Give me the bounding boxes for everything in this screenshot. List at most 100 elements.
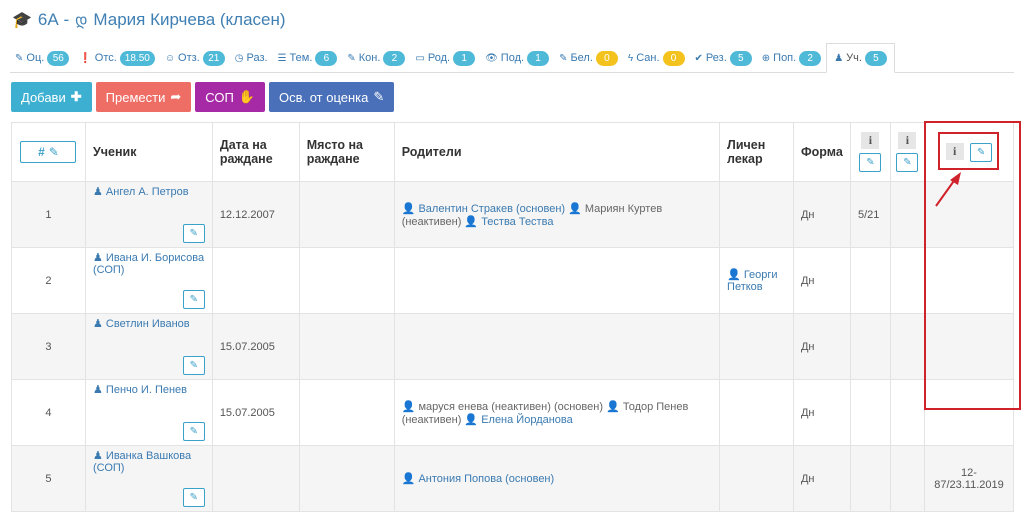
class-teacher: Мария Кирчева (класен) <box>93 10 286 29</box>
doctor-cell[interactable] <box>719 181 794 248</box>
extra-column-1 <box>849 445 891 512</box>
tab-count-badge: 1 <box>527 50 550 66</box>
student-link[interactable]: ♟ Светлин Иванов <box>93 318 190 330</box>
student-link[interactable]: ♟ Пенчо И. Пенев <box>93 384 187 396</box>
extra-column-2 <box>889 313 925 380</box>
student-icon: ♟ <box>92 384 103 396</box>
sop-button[interactable]: СОП ✋ <box>195 82 265 112</box>
parent-entry[interactable]: 👤 Антония Попова (основен) <box>402 473 554 485</box>
move-button[interactable]: Премести ➦ <box>95 82 192 112</box>
row-number: 3 <box>11 313 86 380</box>
tab-3[interactable]: ◷ Раз. <box>230 44 273 72</box>
info-icon[interactable]: i <box>898 132 917 149</box>
exempt-from-grade-button[interactable]: Осв. от оценка ✎ <box>268 82 395 112</box>
parent-entry[interactable]: 👤 Валентин Стракев (основен) <box>402 203 565 215</box>
extra-column-2 <box>889 379 925 446</box>
birth-date: 12.12.2007 <box>211 181 300 248</box>
tab-label: Отс. <box>94 52 117 64</box>
table-row: 1 ♟ Ангел А. Петров ✎ 12.12.2007 👤 Валентин … <box>11 181 1015 248</box>
extra-column-3 <box>923 247 1015 314</box>
parent-entry[interactable]: 👤 Елена Йорданова <box>464 414 572 426</box>
tab-label: Род. <box>427 52 451 64</box>
tab-label: Бел. <box>570 52 593 64</box>
tab-6[interactable]: ▭ Род. 1 <box>410 44 480 72</box>
tab-count-badge: 0 <box>662 50 685 66</box>
edit-icon: ✎ <box>48 145 59 159</box>
parents-cell <box>393 313 721 380</box>
tab-9[interactable]: ϟ Сан. 0 <box>623 44 690 72</box>
tab-count-badge: 2 <box>799 50 822 66</box>
parents-cell <box>393 247 721 314</box>
tab-icon: ◷ <box>234 52 244 64</box>
pencil-icon: ✎ <box>373 89 385 104</box>
tab-bar: ✎ Оц. 56 ❗ Отс. 18.50 ☺ Отз. 21 ◷ Раз. ☰ Тем. 6 ✎ Кон. 2… <box>10 43 1014 73</box>
tab-label: Уч. <box>846 52 862 64</box>
row-number: 2 <box>11 247 86 314</box>
add-button[interactable]: Добави ✚ <box>11 82 92 112</box>
tab-count-badge: 21 <box>202 50 225 66</box>
edit-column-button[interactable]: ✎ <box>970 142 993 162</box>
birth-place <box>298 247 395 314</box>
tab-1[interactable]: ❗ Отс. 18.50 <box>74 44 160 72</box>
birth-date: 15.07.2005 <box>211 379 300 446</box>
doctor-cell[interactable]: 👤 Георги Петков <box>719 247 794 314</box>
plus-icon: ✚ <box>70 89 82 104</box>
tab-label: Раз. <box>246 52 268 64</box>
tab-5[interactable]: ✎ Кон. 2 <box>342 44 410 72</box>
edit-student-button[interactable]: ✎ <box>182 224 205 243</box>
doctor-cell[interactable] <box>719 313 794 380</box>
tab-icon: ☰ <box>277 52 287 64</box>
info-icon[interactable]: i <box>861 132 880 149</box>
page-title: 🎓 6А - დ Мария Кирчева (класен) <box>12 10 286 30</box>
user-icon: 👤 <box>401 202 416 215</box>
tab-count-badge: 0 <box>595 50 618 66</box>
extra-column-1 <box>849 379 891 446</box>
student-icon: ♟ <box>92 252 103 264</box>
extra-column-3 <box>923 379 1015 446</box>
tab-2[interactable]: ☺ Отз. 21 <box>160 44 230 72</box>
edit-student-button[interactable]: ✎ <box>182 290 205 309</box>
row-number: 4 <box>11 379 86 446</box>
extra-column-1: 5/21 <box>849 181 891 248</box>
extra-column-3 <box>923 313 1015 380</box>
student-link[interactable]: ♟ Ангел А. Петров <box>93 186 189 198</box>
edit-column-button[interactable]: ✎ <box>859 153 882 172</box>
extra-column-1 <box>849 313 891 380</box>
edit-student-button[interactable]: ✎ <box>182 488 205 507</box>
edit-student-button[interactable]: ✎ <box>182 422 205 441</box>
table-header-row: # ✎ Ученик Дата на раждане Място на ражда… <box>11 122 1015 182</box>
edit-column-button[interactable]: ✎ <box>896 153 919 172</box>
tab-10[interactable]: ✔ Рез. 5 <box>690 44 757 72</box>
doctor-cell[interactable] <box>719 445 794 512</box>
edit-student-button[interactable]: ✎ <box>182 356 205 375</box>
extra-column-2 <box>889 445 925 512</box>
parents-cell: 👤 Антония Попова (основен) <box>393 445 721 512</box>
extra-column-2 <box>889 247 925 314</box>
tab-label: Сан. <box>636 52 660 64</box>
birth-place <box>298 181 395 248</box>
tab-icon: ☺ <box>164 52 176 64</box>
tab-7[interactable]: 👁 Под. 1 <box>480 44 554 72</box>
share-arrow-icon: ➦ <box>170 89 182 104</box>
tab-12[interactable]: ♟ Уч. 5 <box>826 43 895 73</box>
tab-icon: ϟ <box>627 52 634 64</box>
tab-count-badge: 6 <box>315 50 338 66</box>
tab-4[interactable]: ☰ Тем. 6 <box>273 44 343 72</box>
tab-label: Отз. <box>178 52 200 64</box>
student-link[interactable]: ♟ Иванка Вашкова (СОП) <box>93 450 191 474</box>
edit-order-button[interactable]: # ✎ <box>20 141 77 163</box>
tab-label: Кон. <box>358 52 381 64</box>
student-icon: ♟ <box>92 450 103 462</box>
tab-8[interactable]: ✎ Бел. 0 <box>554 44 623 72</box>
tab-0[interactable]: ✎ Оц. 56 <box>10 44 74 72</box>
tab-11[interactable]: ⊕ Поп. 2 <box>757 44 826 72</box>
tab-count-badge: 2 <box>383 50 406 66</box>
parent-entry[interactable]: 👤 Тества Тества <box>464 216 553 228</box>
tab-icon: ✎ <box>559 52 568 64</box>
col-doctor: Личен лекар <box>719 122 794 182</box>
extra-column-1 <box>849 247 891 314</box>
info-icon[interactable]: i <box>945 142 964 160</box>
student-link[interactable]: ♟ Ивана И. Борисова (СОП) <box>93 252 204 276</box>
doctor-cell[interactable] <box>719 379 794 446</box>
tab-label: Под. <box>500 52 525 64</box>
